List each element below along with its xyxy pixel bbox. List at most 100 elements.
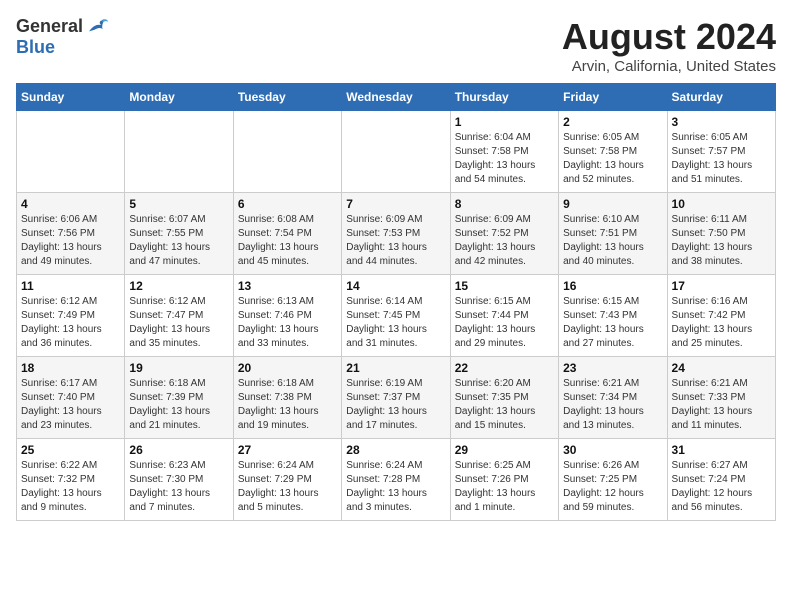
day-info: Sunrise: 6:09 AM Sunset: 7:53 PM Dayligh… (346, 213, 445, 269)
day-cell-25: 25 Sunrise: 6:22 AM Sunset: 7:32 PM Dayli… (17, 439, 125, 521)
day-cell-20: 20 Sunrise: 6:18 AM Sunset: 7:38 PM Dayli… (233, 357, 341, 439)
empty-cell (17, 111, 125, 193)
weekday-header-sunday: Sunday (17, 84, 125, 111)
day-number: 18 (21, 361, 120, 375)
day-info: Sunrise: 6:16 AM Sunset: 7:42 PM Dayligh… (672, 295, 771, 351)
day-number: 20 (238, 361, 337, 375)
day-cell-23: 23Sunrise: 6:21 AM Sunset: 7:34 PM Dayli… (559, 357, 667, 439)
weekday-header-row: SundayMondayTuesdayWednesdayThursdayFrid… (17, 84, 776, 111)
day-cell-26: 26 Sunrise: 6:23 AM Sunset: 7:30 PM Dayli… (125, 439, 233, 521)
weekday-header-wednesday: Wednesday (342, 84, 450, 111)
day-number: 24 (672, 361, 771, 375)
title-area: August 2024 Arvin, California, United St… (562, 16, 776, 75)
day-cell-16: 16 Sunrise: 6:15 AM Sunset: 7:43 PM Dayli… (559, 275, 667, 357)
day-info: Sunrise: 6:27 AM Sunset: 7:24 PM Dayligh… (672, 459, 771, 515)
week-row-3: 11Sunrise: 6:12 AM Sunset: 7:49 PM Dayli… (17, 275, 776, 357)
logo-bird-icon (85, 17, 109, 37)
day-info: Sunrise: 6:08 AM Sunset: 7:54 PM Dayligh… (238, 213, 337, 269)
day-cell-8: 8Sunrise: 6:09 AM Sunset: 7:52 PM Daylig… (450, 193, 558, 275)
day-info: Sunrise: 6:23 AM Sunset: 7:30 PM Dayligh… (129, 459, 228, 515)
day-number: 13 (238, 279, 337, 293)
day-number: 12 (129, 279, 228, 293)
day-cell-15: 15Sunrise: 6:15 AM Sunset: 7:44 PM Dayli… (450, 275, 558, 357)
weekday-header-monday: Monday (125, 84, 233, 111)
day-info: Sunrise: 6:10 AM Sunset: 7:51 PM Dayligh… (563, 213, 662, 269)
day-number: 16 (563, 279, 662, 293)
weekday-header-thursday: Thursday (450, 84, 558, 111)
day-cell-2: 2 Sunrise: 6:05 AM Sunset: 7:58 PM Daylig… (559, 111, 667, 193)
day-info: Sunrise: 6:12 AM Sunset: 7:49 PM Dayligh… (21, 295, 120, 351)
day-info: Sunrise: 6:05 AM Sunset: 7:57 PM Dayligh… (672, 131, 771, 187)
day-number: 10 (672, 197, 771, 211)
weekday-header-friday: Friday (559, 84, 667, 111)
day-cell-1: 1 Sunrise: 6:04 AM Sunset: 7:58 PM Daylig… (450, 111, 558, 193)
day-info: Sunrise: 6:12 AM Sunset: 7:47 PM Dayligh… (129, 295, 228, 351)
day-info: Sunrise: 6:24 AM Sunset: 7:29 PM Dayligh… (238, 459, 337, 515)
day-info: Sunrise: 6:20 AM Sunset: 7:35 PM Dayligh… (455, 377, 554, 433)
logo-blue-text: Blue (16, 37, 55, 57)
day-number: 29 (455, 443, 554, 457)
day-info: Sunrise: 6:11 AM Sunset: 7:50 PM Dayligh… (672, 213, 771, 269)
day-number: 2 (563, 115, 662, 129)
week-row-1: 1 Sunrise: 6:04 AM Sunset: 7:58 PM Daylig… (17, 111, 776, 193)
day-info: Sunrise: 6:04 AM Sunset: 7:58 PM Dayligh… (455, 131, 554, 187)
day-cell-5: 5Sunrise: 6:07 AM Sunset: 7:55 PM Daylig… (125, 193, 233, 275)
day-cell-29: 29 Sunrise: 6:25 AM Sunset: 7:26 PM Dayli… (450, 439, 558, 521)
week-row-5: 25 Sunrise: 6:22 AM Sunset: 7:32 PM Dayli… (17, 439, 776, 521)
day-cell-7: 7 Sunrise: 6:09 AM Sunset: 7:53 PM Daylig… (342, 193, 450, 275)
day-info: Sunrise: 6:22 AM Sunset: 7:32 PM Dayligh… (21, 459, 120, 515)
day-info: Sunrise: 6:05 AM Sunset: 7:58 PM Dayligh… (563, 131, 662, 187)
day-number: 27 (238, 443, 337, 457)
logo: General Blue (16, 16, 109, 58)
day-cell-18: 18 Sunrise: 6:17 AM Sunset: 7:40 PM Dayli… (17, 357, 125, 439)
empty-cell (233, 111, 341, 193)
day-number: 17 (672, 279, 771, 293)
day-info: Sunrise: 6:26 AM Sunset: 7:25 PM Dayligh… (563, 459, 662, 515)
day-cell-3: 3 Sunrise: 6:05 AM Sunset: 7:57 PM Daylig… (667, 111, 775, 193)
day-cell-28: 28 Sunrise: 6:24 AM Sunset: 7:28 PM Dayli… (342, 439, 450, 521)
day-number: 14 (346, 279, 445, 293)
week-row-4: 18 Sunrise: 6:17 AM Sunset: 7:40 PM Dayli… (17, 357, 776, 439)
calendar-table: SundayMondayTuesdayWednesdayThursdayFrid… (16, 83, 776, 521)
day-cell-13: 13Sunrise: 6:13 AM Sunset: 7:46 PM Dayli… (233, 275, 341, 357)
day-cell-10: 10 Sunrise: 6:11 AM Sunset: 7:50 PM Dayli… (667, 193, 775, 275)
day-info: Sunrise: 6:19 AM Sunset: 7:37 PM Dayligh… (346, 377, 445, 433)
day-cell-14: 14Sunrise: 6:14 AM Sunset: 7:45 PM Dayli… (342, 275, 450, 357)
day-number: 8 (455, 197, 554, 211)
week-row-2: 4 Sunrise: 6:06 AM Sunset: 7:56 PM Daylig… (17, 193, 776, 275)
day-cell-4: 4 Sunrise: 6:06 AM Sunset: 7:56 PM Daylig… (17, 193, 125, 275)
day-cell-17: 17 Sunrise: 6:16 AM Sunset: 7:42 PM Dayli… (667, 275, 775, 357)
weekday-header-tuesday: Tuesday (233, 84, 341, 111)
day-number: 28 (346, 443, 445, 457)
day-cell-21: 21 Sunrise: 6:19 AM Sunset: 7:37 PM Dayli… (342, 357, 450, 439)
day-info: Sunrise: 6:21 AM Sunset: 7:34 PM Dayligh… (563, 377, 662, 433)
day-info: Sunrise: 6:15 AM Sunset: 7:44 PM Dayligh… (455, 295, 554, 351)
day-number: 22 (455, 361, 554, 375)
day-number: 6 (238, 197, 337, 211)
day-number: 1 (455, 115, 554, 129)
day-info: Sunrise: 6:17 AM Sunset: 7:40 PM Dayligh… (21, 377, 120, 433)
day-info: Sunrise: 6:21 AM Sunset: 7:33 PM Dayligh… (672, 377, 771, 433)
day-number: 9 (563, 197, 662, 211)
day-cell-24: 24 Sunrise: 6:21 AM Sunset: 7:33 PM Dayli… (667, 357, 775, 439)
day-info: Sunrise: 6:18 AM Sunset: 7:38 PM Dayligh… (238, 377, 337, 433)
day-cell-31: 31 Sunrise: 6:27 AM Sunset: 7:24 PM Dayli… (667, 439, 775, 521)
day-info: Sunrise: 6:15 AM Sunset: 7:43 PM Dayligh… (563, 295, 662, 351)
day-cell-30: 30Sunrise: 6:26 AM Sunset: 7:25 PM Dayli… (559, 439, 667, 521)
day-number: 4 (21, 197, 120, 211)
day-number: 7 (346, 197, 445, 211)
empty-cell (125, 111, 233, 193)
day-number: 26 (129, 443, 228, 457)
day-info: Sunrise: 6:24 AM Sunset: 7:28 PM Dayligh… (346, 459, 445, 515)
month-title: August 2024 (562, 16, 776, 58)
day-number: 31 (672, 443, 771, 457)
weekday-header-saturday: Saturday (667, 84, 775, 111)
day-cell-11: 11Sunrise: 6:12 AM Sunset: 7:49 PM Dayli… (17, 275, 125, 357)
day-number: 3 (672, 115, 771, 129)
day-info: Sunrise: 6:25 AM Sunset: 7:26 PM Dayligh… (455, 459, 554, 515)
logo-general-text: General (16, 16, 83, 37)
day-number: 21 (346, 361, 445, 375)
day-info: Sunrise: 6:06 AM Sunset: 7:56 PM Dayligh… (21, 213, 120, 269)
day-cell-27: 27 Sunrise: 6:24 AM Sunset: 7:29 PM Dayli… (233, 439, 341, 521)
day-number: 25 (21, 443, 120, 457)
